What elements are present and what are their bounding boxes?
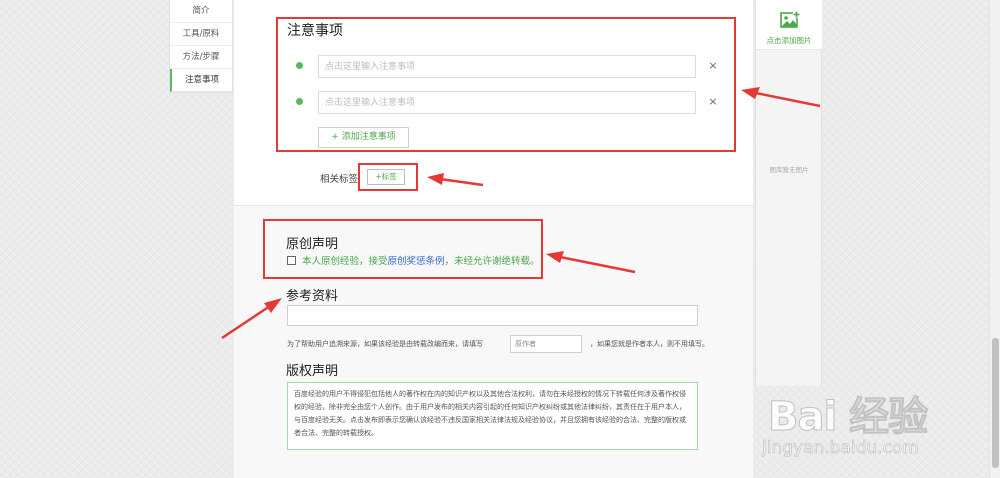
- note-row: ×: [296, 55, 726, 79]
- add-image-button[interactable]: 点击添加图片: [756, 0, 822, 50]
- reference-textarea[interactable]: [287, 305, 698, 326]
- image-icon: [780, 11, 800, 28]
- image-gallery-panel: 点击添加图片 图库暂无图片: [755, 0, 822, 386]
- reference-title: 参考资料: [286, 289, 339, 304]
- note-input-1[interactable]: [318, 55, 696, 78]
- editor-panel: 注意事项 × × + 添加注意事项 相关标签 +标签 原创声明 本人原创经验，接…: [234, 0, 753, 478]
- nav-item-tools[interactable]: 工具/原料: [170, 23, 232, 46]
- note-input-2[interactable]: [318, 91, 696, 114]
- declaration-text-prefix: 本人原创经验，接受: [302, 256, 388, 267]
- related-tags-label: 相关标签: [320, 174, 359, 185]
- gallery-empty-text: 图库暂无图片: [769, 166, 809, 174]
- copyright-title: 版权声明: [286, 364, 339, 379]
- baidu-jingyan-watermark: Bai 经验 jingyan.baidu.com: [758, 380, 998, 478]
- add-image-label: 点击添加图片: [766, 36, 812, 45]
- add-tag-button[interactable]: +标签: [367, 169, 405, 185]
- original-author-input[interactable]: [510, 335, 582, 353]
- reference-hint-suffix: ，如果您就是作者本人，则不用填写。: [590, 340, 709, 348]
- reference-hint: 为了帮助用户追溯来源，如果该经验是由转载改编而来，请填写: [287, 340, 483, 348]
- nav-item-steps[interactable]: 方法/步骤: [170, 46, 232, 69]
- close-icon[interactable]: ×: [706, 57, 720, 75]
- original-declaration: 本人原创经验，接受原创奖惩条例，未经允许谢绝转载。: [287, 253, 540, 267]
- bullet-dot-icon: [296, 98, 303, 105]
- nav-item-intro[interactable]: 简介: [170, 0, 232, 23]
- nav-item-notes[interactable]: 注意事项: [170, 69, 232, 92]
- step-navigation: 简介 工具/原料 方法/步骤 注意事项: [169, 0, 233, 93]
- original-checkbox[interactable]: [287, 256, 296, 265]
- watermark-url: jingyan.baidu.com: [762, 438, 919, 459]
- add-note-button[interactable]: + 添加注意事项: [318, 127, 409, 148]
- watermark-logo: Bai 经验: [767, 394, 928, 441]
- declaration-text-suffix: ，未经允许谢绝转载。: [444, 256, 540, 267]
- copyright-notice: 百度经验的用户不得侵犯包括他人的著作权在内的知识产权以及其他合法权利，请勿在未经…: [287, 382, 698, 450]
- original-declaration-title: 原创声明: [286, 237, 339, 252]
- close-icon[interactable]: ×: [706, 93, 720, 111]
- bullet-dot-icon: [296, 62, 303, 69]
- reward-rules-link[interactable]: 原创奖惩条例: [388, 256, 445, 267]
- notes-title: 注意事项: [287, 23, 343, 39]
- note-row: ×: [296, 91, 726, 115]
